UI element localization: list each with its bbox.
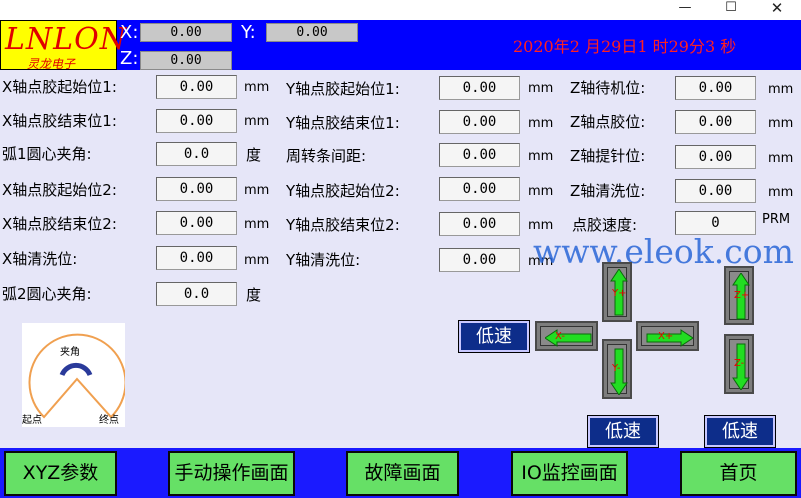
z-minus-label: Z- <box>734 358 745 369</box>
x-end2-unit: mm <box>244 217 270 232</box>
x-minus-button[interactable]: X- <box>535 321 598 351</box>
y-slow-speed-button[interactable]: 低速 <box>587 415 659 448</box>
y-start1-unit: mm <box>528 81 554 96</box>
start-point-label: 起点 <box>22 415 42 426</box>
left-arrow-icon <box>545 329 592 347</box>
y-start1-field[interactable]: 0.00 <box>439 76 520 100</box>
y-end1-field[interactable]: 0.00 <box>439 110 520 134</box>
z-dispense-field[interactable]: 0.00 <box>675 110 756 134</box>
y-end2-label: Y轴点胶结束位2: <box>286 216 400 234</box>
x-end2-label: X轴点胶结束位2: <box>2 215 117 233</box>
x-end1-field[interactable]: 0.00 <box>156 109 237 133</box>
arc2-field[interactable]: 0.0 <box>156 282 237 306</box>
z-clean-field[interactable]: 0.00 <box>675 179 756 203</box>
nav-fault-screen-button[interactable]: 故障画面 <box>346 451 459 496</box>
y-start2-field[interactable]: 0.00 <box>439 177 520 201</box>
y-minus-label: Y- <box>612 363 621 374</box>
nav-home-button[interactable]: 首页 <box>680 451 797 496</box>
x-plus-button[interactable]: X+ <box>636 321 699 351</box>
z-lift-unit: mm <box>768 151 794 166</box>
z-plus-label: Z+ <box>734 290 750 301</box>
arc1-field[interactable]: 0.0 <box>156 142 237 166</box>
z-lift-field[interactable]: 0.00 <box>675 145 756 169</box>
nav-xyz-params-button[interactable]: XYZ参数 <box>4 451 117 496</box>
cycle-pitch-label: 周转条间距: <box>286 147 367 165</box>
x-start2-field[interactable]: 0.00 <box>156 177 237 201</box>
z-axis-label: Z: <box>120 48 139 69</box>
x-minus-label: X- <box>555 331 565 342</box>
x-position-display: 0.00 <box>140 23 232 42</box>
logo-sub-text: 灵龙电子 <box>27 57 76 71</box>
arc1-unit: 度 <box>246 146 262 164</box>
logo: LNLON 灵龙电子 <box>0 20 126 71</box>
y-end2-unit: mm <box>528 218 554 233</box>
z-standby-field[interactable]: 0.00 <box>675 76 756 100</box>
x-plus-label: X+ <box>658 331 674 342</box>
x-end1-unit: mm <box>244 114 270 129</box>
y-plus-button[interactable]: Y+ <box>602 262 632 322</box>
x-clean-label: X轴清洗位: <box>2 250 78 268</box>
xy-slow-speed-button[interactable]: 低速 <box>458 320 530 353</box>
x-clean-unit: mm <box>244 253 270 268</box>
nav-io-monitor-button[interactable]: IO监控画面 <box>511 451 628 496</box>
datetime-display: 2020年2 月29日1 时29分3 秒 <box>513 37 737 56</box>
y-position-display: 0.00 <box>266 23 358 42</box>
z-standby-label: Z轴待机位: <box>570 79 646 97</box>
close-icon[interactable]: ✕ <box>754 0 800 18</box>
y-start2-unit: mm <box>528 184 554 199</box>
y-clean-label: Y轴清洗位: <box>286 251 361 269</box>
z-dispense-label: Z轴点胶位: <box>570 113 646 131</box>
arc-angle-diagram: 夹角 起点 终点 <box>22 323 127 427</box>
watermark-text: www.eleok.com <box>533 232 794 271</box>
x-clean-field[interactable]: 0.00 <box>156 246 237 270</box>
z-minus-button[interactable]: Z- <box>724 334 754 394</box>
z-clean-label: Z轴清洗位: <box>570 182 646 200</box>
y-axis-label: Y: <box>241 22 256 43</box>
arc2-unit: 度 <box>246 286 262 304</box>
speed-unit: PRM <box>762 212 791 227</box>
y-end1-unit: mm <box>528 116 554 131</box>
nav-manual-operation-button[interactable]: 手动操作画面 <box>168 451 295 496</box>
minimize-icon[interactable]: — <box>662 0 708 18</box>
z-clean-unit: mm <box>768 185 794 200</box>
arc2-label: 弧2圆心夹角: <box>2 285 92 303</box>
end-point-label: 终点 <box>99 415 119 426</box>
maximize-icon[interactable]: ☐ <box>708 0 754 18</box>
y-end2-field[interactable]: 0.00 <box>439 212 520 236</box>
y-start2-label: Y轴点胶起始位2: <box>286 182 400 200</box>
angle-label: 夹角 <box>60 347 80 358</box>
x-start2-unit: mm <box>244 183 270 198</box>
x-start1-unit: mm <box>244 80 270 95</box>
x-end1-label: X轴点胶结束位1: <box>2 112 117 130</box>
z-lift-label: Z轴提针位: <box>570 147 646 165</box>
z-slow-speed-button[interactable]: 低速 <box>704 415 776 448</box>
arc-angle-mark <box>59 362 93 377</box>
y-start1-label: Y轴点胶起始位1: <box>286 80 400 98</box>
y-clean-field[interactable]: 0.00 <box>439 248 520 272</box>
y-plus-label: Y+ <box>612 288 627 299</box>
z-dispense-unit: mm <box>768 116 794 131</box>
arc1-label: 弧1圆心夹角: <box>2 145 92 163</box>
z-position-display: 0.00 <box>140 51 232 70</box>
x-axis-label: X: <box>120 22 139 43</box>
cycle-pitch-unit: mm <box>528 149 554 164</box>
y-end1-label: Y轴点胶结束位1: <box>286 114 400 132</box>
z-standby-unit: mm <box>768 82 794 97</box>
z-plus-button[interactable]: Z+ <box>724 266 754 325</box>
y-minus-button[interactable]: Y- <box>602 339 632 399</box>
cycle-pitch-field[interactable]: 0.00 <box>439 143 520 167</box>
x-start2-label: X轴点胶起始位2: <box>2 181 117 199</box>
x-start1-label: X轴点胶起始位1: <box>2 78 117 96</box>
x-end2-field[interactable]: 0.00 <box>156 211 237 235</box>
logo-main-text: LNLON <box>5 22 127 57</box>
x-start1-field[interactable]: 0.00 <box>156 75 237 99</box>
